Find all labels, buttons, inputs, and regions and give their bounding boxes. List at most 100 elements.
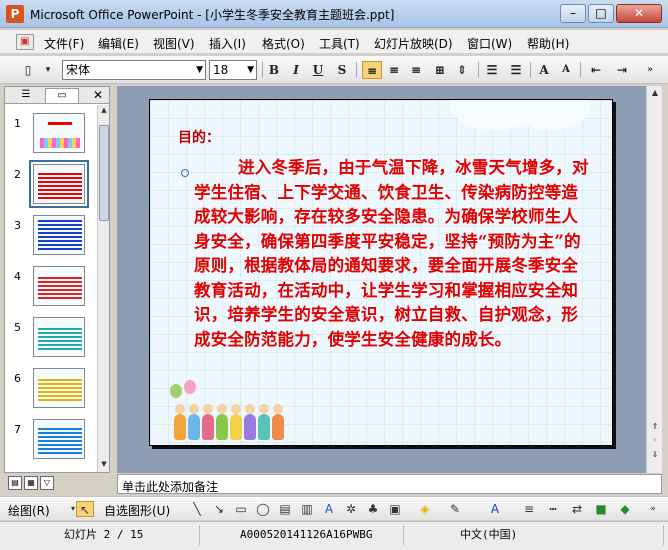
thumbnail-image xyxy=(33,113,85,153)
children-illustration xyxy=(164,380,314,440)
window-title: Microsoft Office PowerPoint - [小学生冬季安全教育… xyxy=(30,8,395,22)
menu-tools[interactable]: 工具(T) xyxy=(319,35,360,52)
autoshapes-menu[interactable]: 自选图形(U) xyxy=(104,502,170,519)
scrollbar-thumb[interactable] xyxy=(99,125,109,221)
template-name: A000520141126A16PWBG xyxy=(200,525,404,545)
arrow-icon[interactable]: ↘ xyxy=(210,501,228,517)
decrease-indent-icon[interactable]: ⇤ xyxy=(586,61,606,79)
slide-number: 6 xyxy=(14,372,21,385)
increase-font-icon[interactable]: A xyxy=(534,61,554,79)
align-right-icon[interactable]: ≡ xyxy=(406,61,426,79)
rectangle-icon[interactable]: ▭ xyxy=(232,501,250,517)
pane-tabs: ☰ ▭ ✕ xyxy=(5,87,109,104)
wordart-icon[interactable]: A xyxy=(320,501,338,517)
slide-thumbnail-5[interactable]: 5 xyxy=(5,317,109,365)
textbox-icon[interactable]: ▤ xyxy=(276,501,294,517)
menu-slideshow[interactable]: 幻灯片放映(D) xyxy=(374,35,453,52)
bullet-icon xyxy=(181,169,189,177)
slide-stage: 目的： 进入冬季后，由于气温下降，冰雪天气增多，对学生住宿、上下学交通、饮食卫生… xyxy=(117,86,646,473)
tab-slides[interactable]: ▭ xyxy=(45,88,79,103)
font-size-select[interactable]: 18 ▼ xyxy=(209,60,257,80)
select-object-icon[interactable]: ◦ xyxy=(649,436,661,448)
italic-icon[interactable]: I xyxy=(286,61,306,79)
maximize-button[interactable]: □ xyxy=(588,4,614,23)
powerpoint-icon[interactable]: P xyxy=(6,5,24,23)
line-color-icon[interactable]: ✎ xyxy=(446,501,464,517)
fill-color-icon[interactable]: ◈ xyxy=(416,501,434,517)
menu-format[interactable]: 格式(O) xyxy=(262,35,305,52)
slide-heading[interactable]: 目的： xyxy=(178,127,220,147)
minimize-button[interactable]: – xyxy=(560,4,586,23)
line-icon[interactable]: ╲ xyxy=(188,501,206,517)
line-spacing-icon[interactable]: ⇕ xyxy=(452,61,472,79)
slide-thumbnail-2[interactable]: 2 xyxy=(5,160,109,212)
new-document-icon[interactable]: ▯ xyxy=(18,61,38,79)
slide-number: 3 xyxy=(14,219,21,232)
arrow-style-icon[interactable]: ⇄ xyxy=(568,501,586,517)
scroll-up-icon[interactable]: ▲ xyxy=(99,106,109,117)
toolbar-overflow-icon[interactable]: » xyxy=(644,501,662,517)
menu-bar: ▣ 文件(F) 编辑(E) 视图(V) 插入(I) 格式(O) 工具(T) 幻灯… xyxy=(0,30,668,54)
select-arrow-icon[interactable]: ↖ xyxy=(76,501,94,517)
bold-icon[interactable]: B xyxy=(264,61,284,79)
slide-thumbnail-4[interactable]: 4 xyxy=(5,266,109,314)
stage-scrollbar[interactable]: ▲ ⇑ ◦ ⇓ xyxy=(646,86,662,473)
formatting-toolbar: ▯ ▾ 宋体 ▼ 18 ▼ B I U S ≡ ≡ ≡ ⊞ ⇕ ☰ ☰ A A … xyxy=(0,56,668,84)
thumbnail-image xyxy=(33,215,85,255)
menu-edit[interactable]: 编辑(E) xyxy=(98,35,139,52)
slide-thumbnail-6[interactable]: 6 xyxy=(5,368,109,416)
thumbnail-image xyxy=(33,317,85,357)
align-left-icon[interactable]: ≡ xyxy=(362,61,382,79)
line-style-icon[interactable]: ≡ xyxy=(520,501,538,517)
font-name-select[interactable]: 宋体 ▼ xyxy=(62,60,206,80)
slides-scrollbar[interactable]: ▲ ▼ xyxy=(97,105,109,472)
slide-thumbnail-7[interactable]: 7 xyxy=(5,419,109,467)
scroll-up-icon[interactable]: ▲ xyxy=(649,88,661,100)
bullets-icon[interactable]: ☰ xyxy=(506,61,526,79)
3d-style-icon[interactable]: ◆ xyxy=(616,501,634,517)
current-slide[interactable]: 目的： 进入冬季后，由于气温下降，冰雪天气增多，对学生住宿、上下学交通、饮食卫生… xyxy=(149,99,613,446)
menu-file[interactable]: 文件(F) xyxy=(44,35,84,52)
decrease-font-icon[interactable]: A xyxy=(556,61,576,79)
underline-icon[interactable]: U xyxy=(308,61,328,79)
shadow-icon[interactable]: S xyxy=(332,61,352,79)
slide-thumbnail-3[interactable]: 3 xyxy=(5,215,109,263)
menu-help[interactable]: 帮助(H) xyxy=(527,35,569,52)
align-center-icon[interactable]: ≡ xyxy=(384,61,404,79)
menu-window[interactable]: 窗口(W) xyxy=(467,35,512,52)
numbering-icon[interactable]: ☰ xyxy=(482,61,502,79)
slide-sorter-icon[interactable]: ▦ xyxy=(24,476,38,490)
dash-style-icon[interactable]: ┅ xyxy=(544,501,562,517)
normal-view-icon[interactable]: ▤ xyxy=(8,476,22,490)
close-button[interactable]: ✕ xyxy=(616,4,662,23)
slide-body-text[interactable]: 进入冬季后，由于气温下降，冰雪天气增多，对学生住宿、上下学交通、饮食卫生、传染病… xyxy=(194,156,590,352)
document-icon[interactable]: ▣ xyxy=(16,34,34,50)
oval-icon[interactable]: ◯ xyxy=(254,501,272,517)
toolbar-overflow-icon[interactable]: » xyxy=(640,61,660,79)
previous-slide-icon[interactable]: ⇑ xyxy=(649,422,661,434)
close-icon[interactable]: ✕ xyxy=(93,88,103,102)
toolbar-options-icon[interactable]: ▾ xyxy=(38,61,58,79)
distribute-icon[interactable]: ⊞ xyxy=(430,61,450,79)
menu-view[interactable]: 视图(V) xyxy=(153,35,195,52)
draw-menu[interactable]: 绘图(R) xyxy=(8,502,50,519)
toolbar-separator xyxy=(262,62,263,78)
menu-insert[interactable]: 插入(I) xyxy=(209,35,246,52)
shadow-style-icon[interactable]: ■ xyxy=(592,501,610,517)
clipart-icon[interactable]: ♣ xyxy=(364,501,382,517)
title-bar: P Microsoft Office PowerPoint - [小学生冬季安全… xyxy=(0,0,668,28)
font-color-icon[interactable]: A xyxy=(486,501,504,517)
balloon-icon xyxy=(184,380,196,394)
next-slide-icon[interactable]: ⇓ xyxy=(649,450,661,462)
picture-icon[interactable]: ▣ xyxy=(386,501,404,517)
diagram-icon[interactable]: ✲ xyxy=(342,501,360,517)
increase-indent-icon[interactable]: ⇥ xyxy=(612,61,632,79)
slideshow-view-icon[interactable]: ▽ xyxy=(40,476,54,490)
language-indicator: 中文(中国) xyxy=(404,525,664,545)
vertical-textbox-icon[interactable]: ▥ xyxy=(298,501,316,517)
tab-outline[interactable]: ☰ xyxy=(9,88,43,103)
slide-thumbnail-1[interactable]: 1 xyxy=(5,113,109,161)
notes-pane[interactable]: 单击此处添加备注 xyxy=(117,474,662,494)
scroll-down-icon[interactable]: ▼ xyxy=(99,460,109,471)
font-name-value: 宋体 xyxy=(66,63,91,77)
